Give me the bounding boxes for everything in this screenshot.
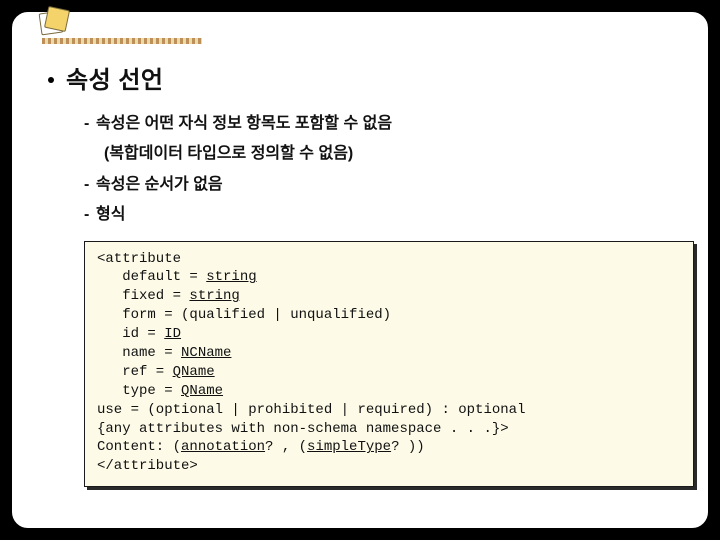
code-line-5u: ID	[164, 326, 181, 342]
sub-item-1-text: 속성은 어떤 자식 정보 항목도 포함할 수 없음	[96, 115, 392, 132]
code-line-7a: ref =	[97, 364, 173, 380]
slide-frame: 속성 선언 -속성은 어떤 자식 정보 항목도 포함할 수 없음 (복합데이터 …	[10, 10, 710, 530]
code-line-1: <attribute	[97, 251, 181, 267]
code-line-11a: Content: (	[97, 439, 181, 455]
code-line-3a: fixed =	[97, 288, 189, 304]
code-block: <attribute default = string fixed = stri…	[84, 241, 694, 488]
sub-item-1: -속성은 어떤 자식 정보 항목도 포함할 수 없음	[84, 109, 682, 139]
code-line-2u: string	[206, 269, 256, 285]
code-line-12: </attribute>	[97, 458, 198, 474]
code-line-11c: ? ))	[391, 439, 425, 455]
code-line-11u2: simpleType	[307, 439, 391, 455]
sub-list: -속성은 어떤 자식 정보 항목도 포함할 수 없음 (복합데이터 타입으로 정…	[84, 109, 682, 231]
sub-item-3: -형식	[84, 200, 682, 230]
code-line-6u: NCName	[181, 345, 231, 361]
sub-item-1-paren: (복합데이터 타입으로 정의할 수 없음)	[104, 139, 682, 169]
corner-decoration-icon	[36, 6, 70, 36]
code-line-4: form = (qualified | unqualified)	[97, 307, 391, 323]
code-line-7u: QName	[173, 364, 215, 380]
heading-text: 속성 선언	[66, 67, 164, 94]
code-line-11u1: annotation	[181, 439, 265, 455]
sub-item-3-text: 형식	[96, 206, 125, 223]
code-line-3u: string	[189, 288, 239, 304]
code-line-8a: type =	[97, 383, 181, 399]
code-line-10: {any attributes with non-schema namespac…	[97, 421, 509, 437]
main-heading: 속성 선언	[48, 60, 682, 95]
code-line-2a: default =	[97, 269, 206, 285]
sub-item-2-text: 속성은 순서가 없음	[96, 176, 223, 193]
code-line-5a: id =	[97, 326, 164, 342]
sub-item-2: -속성은 순서가 없음	[84, 170, 682, 200]
code-line-8u: QName	[181, 383, 223, 399]
code-line-9: use = (optional | prohibited | required)…	[97, 402, 525, 418]
code-line-11b: ? , (	[265, 439, 307, 455]
code-line-6a: name =	[97, 345, 181, 361]
bullet-icon	[48, 77, 54, 83]
header-underline	[42, 38, 202, 44]
